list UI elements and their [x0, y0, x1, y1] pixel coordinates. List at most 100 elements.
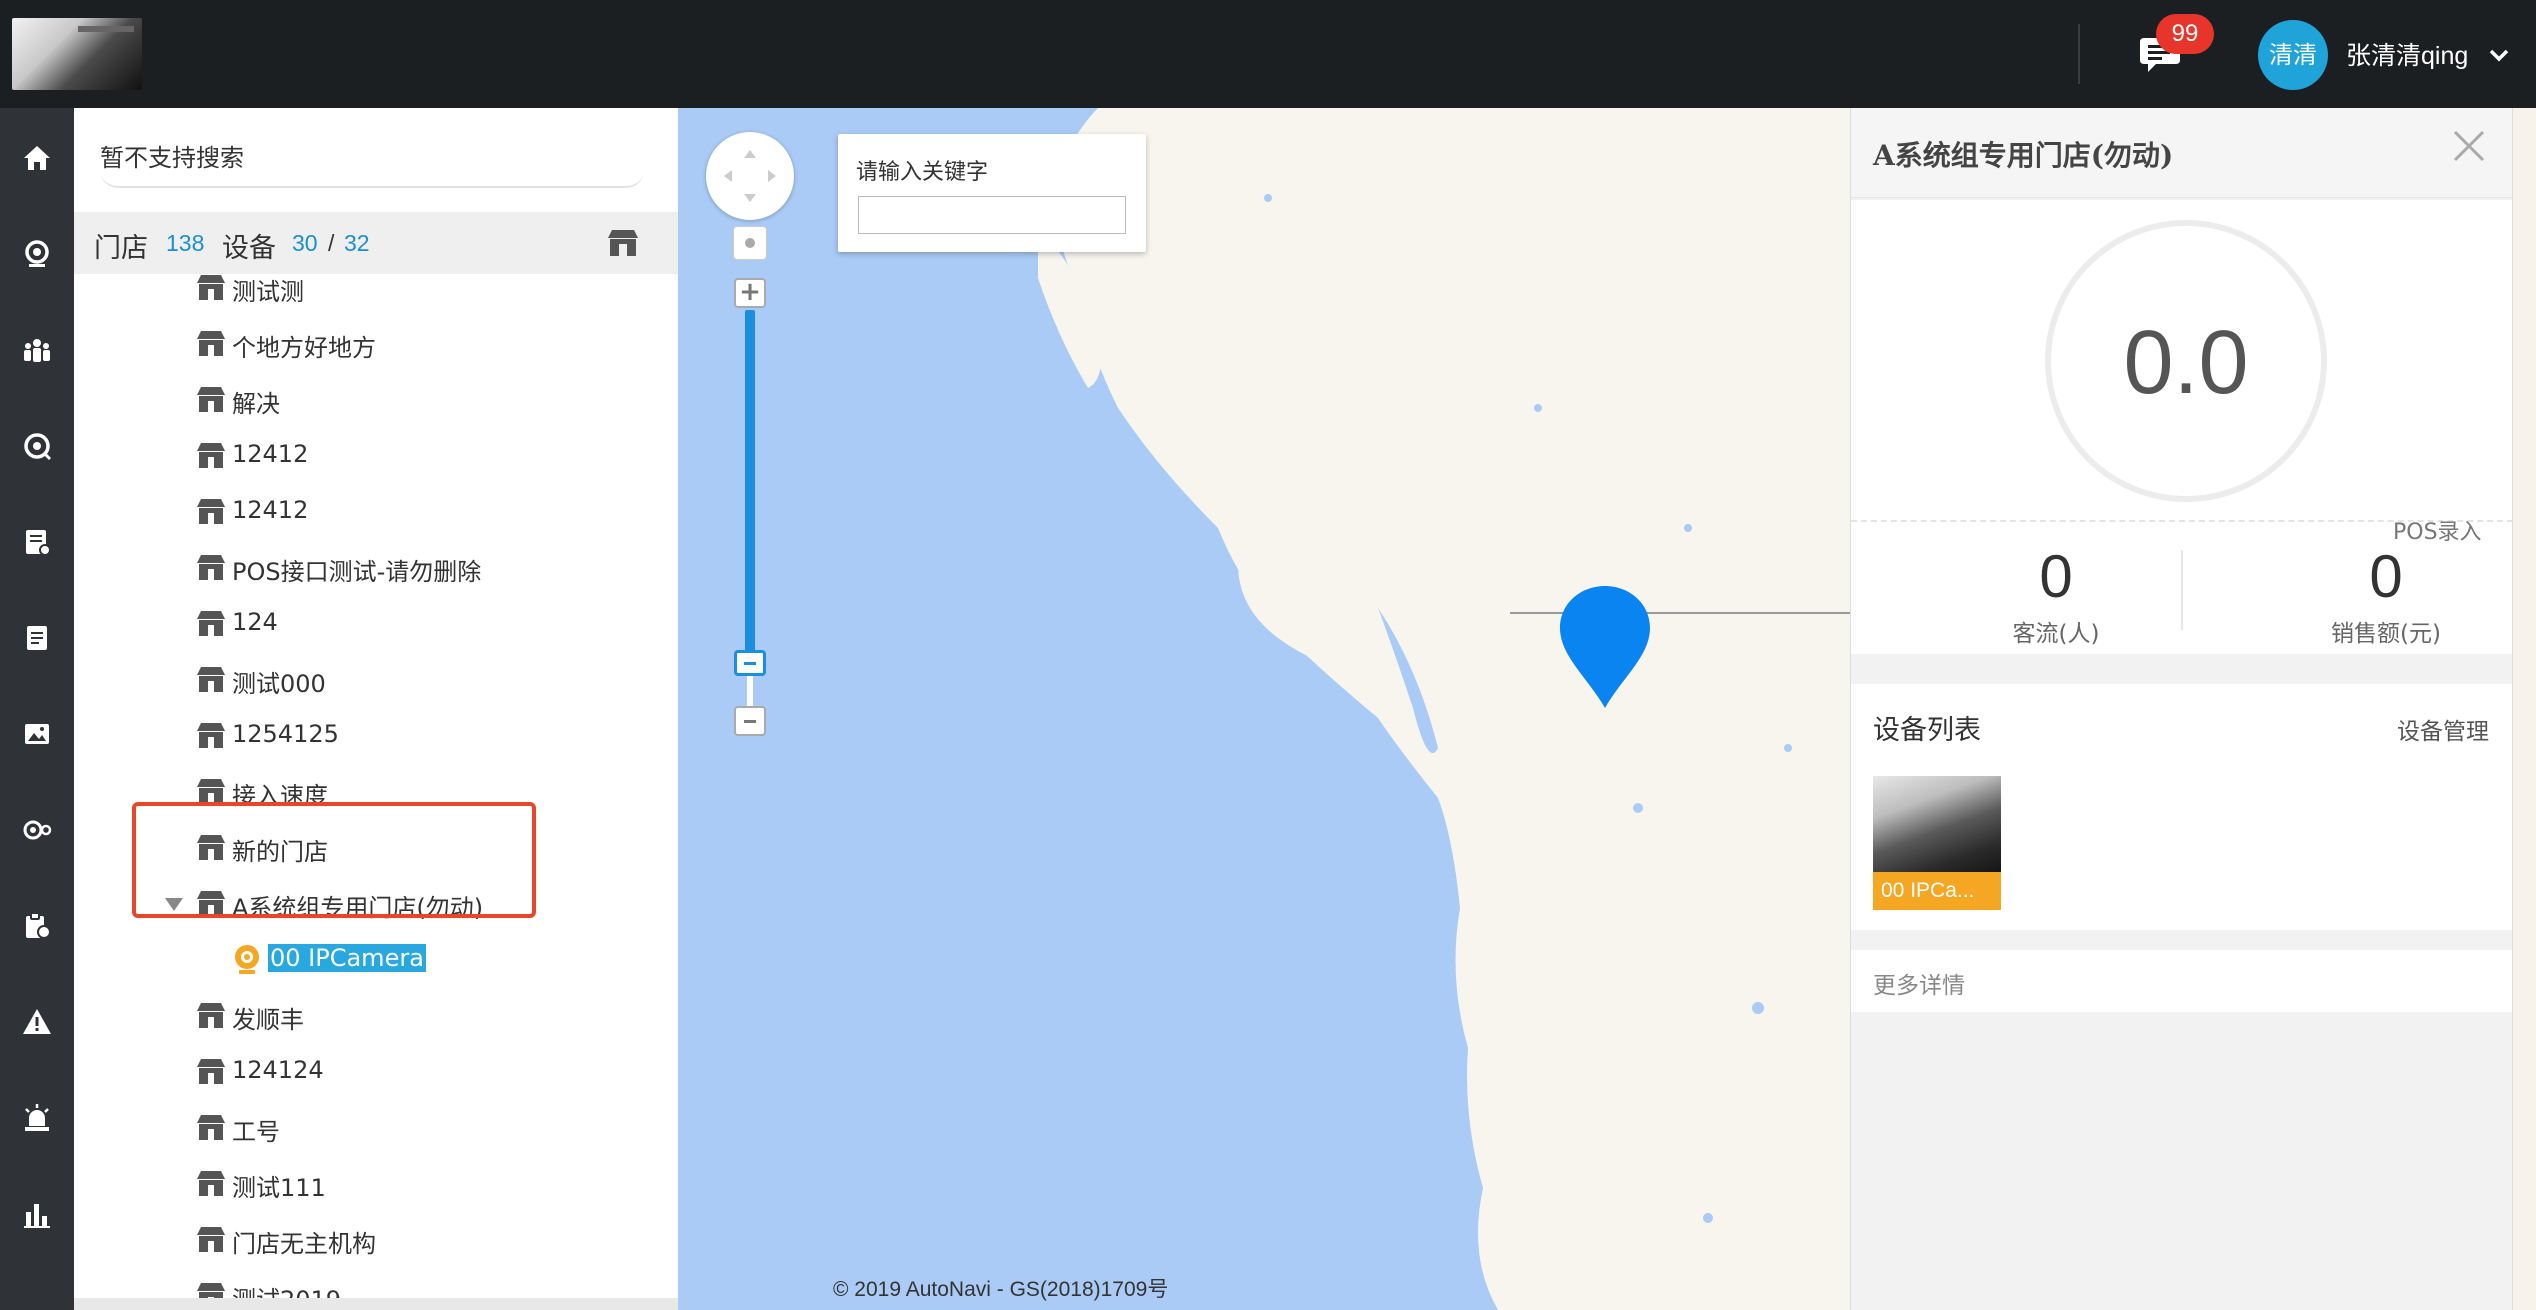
monitor-icon — [24, 433, 52, 461]
home-icon — [24, 146, 50, 170]
nav-image[interactable] — [0, 704, 74, 764]
tree-store-item[interactable]: 1254125 — [74, 708, 678, 764]
zoom-slider-track[interactable] — [745, 310, 755, 652]
face-recognition-icon — [23, 820, 52, 840]
store-icon — [197, 723, 225, 748]
device-card[interactable]: 00 IPCa... — [1873, 776, 2001, 910]
store-icon — [197, 1171, 225, 1196]
nav-camera-view[interactable] — [0, 224, 74, 284]
tree-store-item[interactable]: 解决 — [74, 372, 678, 428]
tree-store-item[interactable]: 124 — [74, 596, 678, 652]
zoom-in-button[interactable]: + — [734, 278, 766, 308]
store-icon — [197, 1059, 225, 1084]
clipboard-icon — [26, 912, 51, 939]
tree-store-item[interactable]: 个地方好地方 — [74, 316, 678, 372]
device-manage-link[interactable]: 设备管理 — [2397, 712, 2489, 746]
search-input[interactable] — [100, 130, 644, 188]
traffic-label: 客流(人) — [2012, 621, 2100, 647]
store-icon — [197, 443, 225, 468]
nav-home[interactable] — [0, 128, 74, 188]
keyword-input[interactable] — [858, 196, 1126, 234]
username[interactable]: 张清清qing — [2346, 36, 2468, 72]
tree-item-label: 12412 — [232, 440, 309, 468]
tree-item-label: 1254125 — [232, 720, 339, 748]
app-logo[interactable] — [12, 18, 142, 90]
nav-clipboard[interactable] — [0, 896, 74, 956]
keyword-search-box: 请输入关键字 — [838, 134, 1146, 252]
zoom-slider-handle[interactable] — [734, 650, 766, 676]
store-icon — [197, 667, 225, 692]
chevron-down-icon[interactable] — [2488, 44, 2510, 66]
tree-item-label: 测试000 — [232, 670, 326, 698]
nav-report[interactable] — [0, 512, 74, 572]
tree-item-label: 00 IPCamera — [268, 944, 426, 972]
top-bar: 99 清清 张清清qing — [0, 0, 2536, 108]
tree-store-item[interactable]: POS接口测试-请勿删除 — [74, 540, 678, 596]
store-icon — [197, 611, 225, 636]
document-icon — [27, 626, 47, 650]
score-value: 0.0 — [2123, 313, 2249, 413]
zoom-out-button[interactable] — [734, 706, 766, 736]
top-divider — [2078, 24, 2080, 84]
map-pin-icon[interactable] — [1556, 582, 1654, 712]
tree-search — [100, 130, 678, 190]
device-list-title: 设备列表 — [1873, 715, 1981, 746]
tree-item-label: 124124 — [232, 1056, 324, 1084]
tree-store-item[interactable]: 测试测 — [74, 274, 678, 316]
store-icon — [197, 331, 225, 356]
store-tree-panel: 门店 138 设备 30 / 32 测试测个地方好地方解决 12412 12412 P… — [74, 108, 678, 1310]
store-tree: 测试测 个地方好地方解决 12412 12412 POS接口测试-请勿删除 124 测试00… — [74, 274, 678, 1310]
detail-header: A系统组专用门店(勿动) — [1851, 108, 2513, 198]
store-icon — [197, 891, 225, 916]
horizontal-scrollbar[interactable] — [74, 1298, 678, 1310]
map-pan-control[interactable] — [706, 132, 794, 220]
people-icon — [24, 339, 50, 362]
alarm-icon — [25, 1104, 49, 1131]
nav-people[interactable] — [0, 320, 74, 380]
tree-store-item[interactable]: 124124 — [74, 1044, 678, 1100]
tree-store-item[interactable]: 接入速度 — [74, 764, 678, 820]
tree-store-item[interactable]: 测试000 — [74, 652, 678, 708]
tree-item-label: POS接口测试-请勿删除 — [232, 558, 482, 586]
map-terrain — [1038, 108, 1850, 1310]
nav-statistics[interactable] — [0, 1184, 74, 1244]
store-count-label: 门店 — [94, 233, 148, 264]
nav-monitor[interactable] — [0, 416, 74, 476]
store-icon[interactable] — [606, 228, 640, 258]
store-icon — [197, 1115, 225, 1140]
tree-item-label: 新的门店 — [232, 838, 328, 866]
store-count: 138 — [166, 230, 205, 256]
close-icon[interactable] — [2449, 126, 2489, 166]
camera-icon — [235, 945, 259, 974]
nav-warning[interactable] — [0, 992, 74, 1052]
map-view[interactable]: + 请输入关键字 © 2019 AutoNavi - GS(2018)1709号 — [678, 108, 1850, 1310]
image-icon — [25, 724, 49, 744]
camera-view-icon — [25, 240, 49, 267]
warning-icon — [23, 1009, 51, 1034]
device-count-label: 设备 — [222, 233, 276, 264]
tree-item-label: 接入速度 — [232, 782, 328, 810]
tree-item-label: A系统组专用门店(勿动) — [232, 894, 484, 922]
keyword-label: 请输入关键字 — [856, 160, 989, 185]
tree-store-item[interactable]: 12412 — [74, 428, 678, 484]
sales-value: 0 — [2369, 543, 2403, 610]
tree-store-item[interactable]: 12412 — [74, 484, 678, 540]
map-locate-button[interactable] — [733, 226, 767, 260]
detail-title: A系统组专用门店(勿动) — [1873, 139, 2174, 172]
expand-triangle-icon[interactable] — [164, 896, 184, 912]
store-stats: 0.0 POS录入 0 客流(人) 0 销售额(元) — [1851, 200, 2513, 654]
nav-alarm[interactable] — [0, 1088, 74, 1148]
tree-store-item[interactable]: 工号 — [74, 1100, 678, 1156]
nav-document[interactable] — [0, 608, 74, 668]
tree-store-item[interactable]: A系统组专用门店(勿动) — [74, 876, 678, 932]
tree-store-item[interactable]: 发顺丰 — [74, 988, 678, 1044]
nav-face-recognition[interactable] — [0, 800, 74, 860]
avatar[interactable]: 清清 — [2258, 20, 2328, 90]
report-icon — [26, 530, 51, 556]
tree-item-label: 解决 — [232, 390, 280, 418]
tree-store-item[interactable]: 新的门店 — [74, 820, 678, 876]
tree-camera-item[interactable]: 00 IPCamera — [74, 932, 678, 988]
tree-store-item[interactable]: 门店无主机构 — [74, 1212, 678, 1268]
tree-store-item[interactable]: 测试111 — [74, 1156, 678, 1212]
more-details-link[interactable]: 更多详情 — [1851, 950, 2513, 1012]
